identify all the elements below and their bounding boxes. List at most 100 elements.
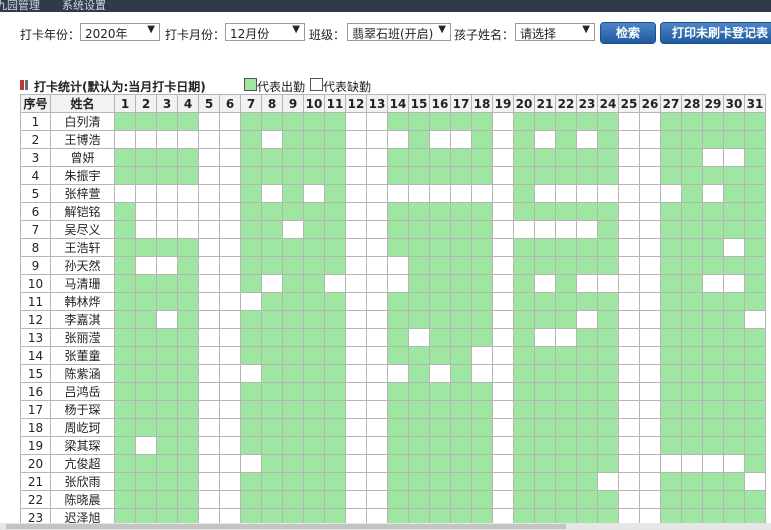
attendance-absent-cell: [471, 364, 493, 383]
attendance-present-cell: [240, 202, 262, 221]
attendance-present-cell: [324, 418, 346, 437]
student-name: 陈紫涵: [50, 364, 115, 383]
attendance-present-cell: [261, 400, 283, 419]
section-marker-icon: [25, 80, 28, 90]
attendance-present-cell: [261, 112, 283, 131]
print-unswiped-button[interactable]: 打印未刷卡登记表: [660, 22, 771, 44]
attendance-absent-cell: [639, 238, 661, 257]
chevron-down-icon: ▼: [147, 24, 155, 35]
attendance-present-cell: [429, 346, 451, 365]
attendance-absent-cell: [261, 274, 283, 293]
attendance-present-cell: [723, 256, 745, 275]
attendance-present-cell: [555, 292, 577, 311]
attendance-present-cell: [177, 346, 199, 365]
attendance-absent-cell: [618, 418, 640, 437]
attendance-present-cell: [156, 454, 178, 473]
attendance-present-cell: [303, 112, 325, 131]
attendance-present-cell: [303, 400, 325, 419]
attendance-absent-cell: [723, 454, 745, 473]
attendance-absent-cell: [639, 202, 661, 221]
attendance-present-cell: [555, 490, 577, 509]
horizontal-scrollbar[interactable]: [0, 523, 771, 530]
attendance-absent-cell: [198, 454, 220, 473]
attendance-present-cell: [471, 310, 493, 329]
attendance-absent-cell: [219, 472, 241, 491]
attendance-absent-cell: [219, 400, 241, 419]
table-row: 5 张梓萱: [20, 184, 766, 203]
attendance-present-cell: [282, 238, 304, 257]
attendance-present-cell: [177, 472, 199, 491]
attendance-present-cell: [303, 382, 325, 401]
attendance-absent-cell: [324, 274, 346, 293]
attendance-present-cell: [534, 166, 556, 185]
nav-item-settings[interactable]: 系统设置: [62, 0, 106, 12]
table-row: 4 朱振宇: [20, 166, 766, 185]
attendance-present-cell: [513, 130, 535, 149]
attendance-absent-cell: [345, 112, 367, 131]
attendance-absent-cell: [450, 130, 472, 149]
attendance-absent-cell: [618, 274, 640, 293]
attendance-absent-cell: [513, 220, 535, 239]
attendance-absent-cell: [492, 292, 514, 311]
attendance-present-cell: [534, 418, 556, 437]
attendance-present-cell: [387, 418, 409, 437]
attendance-present-cell: [387, 490, 409, 509]
col-header-index: 序号: [20, 94, 51, 113]
attendance-absent-cell: [261, 130, 283, 149]
attendance-absent-cell: [639, 310, 661, 329]
attendance-absent-cell: [639, 454, 661, 473]
attendance-present-cell: [681, 184, 703, 203]
attendance-absent-cell: [219, 490, 241, 509]
attendance-present-cell: [303, 418, 325, 437]
attendance-present-cell: [723, 382, 745, 401]
year-select[interactable]: 2020年 ▼: [80, 23, 160, 41]
attendance-absent-cell: [219, 454, 241, 473]
attendance-absent-cell: [555, 184, 577, 203]
row-index: 8: [20, 238, 51, 257]
attendance-absent-cell: [198, 310, 220, 329]
attendance-present-cell: [114, 436, 136, 455]
attendance-present-cell: [450, 346, 472, 365]
attendance-present-cell: [261, 292, 283, 311]
attendance-present-cell: [429, 490, 451, 509]
table-row: 22 陈晓晨: [20, 490, 766, 509]
attendance-present-cell: [282, 256, 304, 275]
attendance-present-cell: [513, 202, 535, 221]
student-name: 王浩轩: [50, 238, 115, 257]
attendance-absent-cell: [198, 202, 220, 221]
attendance-present-cell: [450, 472, 472, 491]
attendance-present-cell: [576, 148, 598, 167]
attendance-absent-cell: [387, 256, 409, 275]
attendance-present-cell: [303, 364, 325, 383]
table-row: 9 孙天然: [20, 256, 766, 275]
attendance-present-cell: [744, 112, 766, 131]
attendance-present-cell: [177, 274, 199, 293]
nav-item-garden[interactable]: 九园管理: [0, 0, 40, 12]
student-name: 李嘉淇: [50, 310, 115, 329]
attendance-absent-cell: [576, 184, 598, 203]
attendance-absent-cell: [219, 310, 241, 329]
scrollbar-thumb[interactable]: [6, 524, 566, 529]
attendance-present-cell: [303, 130, 325, 149]
attendance-absent-cell: [135, 184, 157, 203]
child-select[interactable]: 请选择 ▼: [515, 23, 595, 41]
attendance-present-cell: [177, 364, 199, 383]
attendance-present-cell: [576, 490, 598, 509]
attendance-present-cell: [702, 382, 724, 401]
search-button[interactable]: 检索: [600, 22, 656, 44]
attendance-absent-cell: [618, 490, 640, 509]
month-select[interactable]: 12月份 ▼: [225, 23, 305, 41]
attendance-present-cell: [156, 436, 178, 455]
student-name: 白列清: [50, 112, 115, 131]
class-select[interactable]: 翡翠石班(开启) ▼: [347, 23, 451, 41]
attendance-present-cell: [576, 292, 598, 311]
attendance-present-cell: [450, 292, 472, 311]
attendance-absent-cell: [702, 274, 724, 293]
attendance-present-cell: [429, 454, 451, 473]
attendance-present-cell: [387, 346, 409, 365]
attendance-present-cell: [555, 382, 577, 401]
attendance-absent-cell: [639, 256, 661, 275]
attendance-present-cell: [702, 238, 724, 257]
attendance-absent-cell: [345, 454, 367, 473]
attendance-present-cell: [408, 400, 430, 419]
